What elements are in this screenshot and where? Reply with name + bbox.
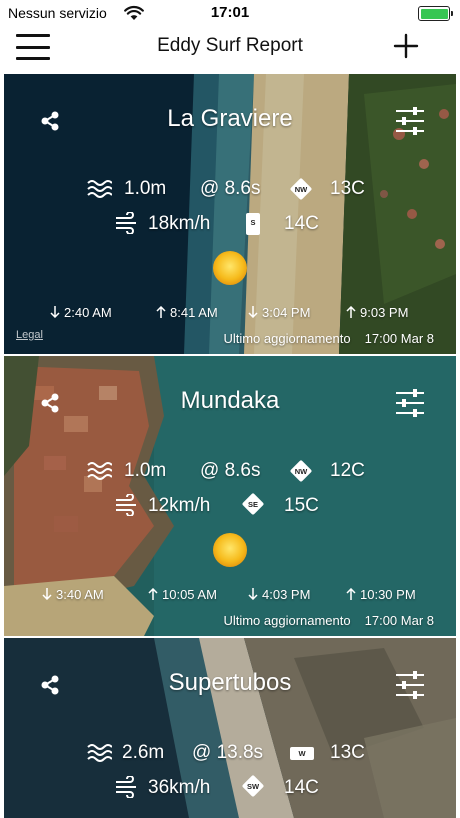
add-spot-button[interactable] (392, 32, 420, 60)
arrow-up-icon (346, 588, 356, 600)
sun-icon (213, 533, 247, 567)
swell-height: 1.0m (124, 460, 167, 481)
tide-low-2: 3:04 PM (248, 305, 310, 320)
spot-name: Supertubos (168, 669, 292, 696)
wind-icon (116, 494, 136, 516)
water-temperature: 13C (330, 742, 365, 763)
wind-speed: 36km/h (148, 777, 211, 798)
wind-speed: 12km/h (148, 495, 211, 516)
swell-direction-badge: NW (289, 177, 313, 201)
wind-direction-badge: S (244, 211, 266, 235)
tide-high-2: 9:03 PM (346, 305, 408, 320)
arrow-down-icon (42, 588, 52, 600)
settings-sliders-icon[interactable] (394, 388, 426, 418)
spot-name: Mundaka (180, 387, 280, 414)
air-temperature: 14C (284, 213, 319, 234)
air-temperature: 15C (284, 495, 319, 516)
battery-icon (418, 6, 453, 21)
page-title: Eddy Surf Report (157, 35, 303, 56)
settings-sliders-icon[interactable] (394, 670, 426, 700)
wind-icon (116, 212, 136, 234)
spot-name: La Graviere (167, 105, 293, 132)
spot-card-supertubos[interactable]: Supertubos 2.6m @ 13.8s W 13C 36km/h SW (4, 638, 456, 818)
map-legal-link[interactable]: Legal (16, 329, 43, 341)
swell-direction-badge: W (290, 742, 314, 764)
water-temperature: 13C (330, 178, 365, 199)
spot-card-la-graviere[interactable]: La Graviere 1.0m @ 8.6s NW 13C 18km/h S (4, 74, 456, 354)
wind-direction-badge: SE (241, 492, 265, 516)
arrow-up-icon (346, 306, 356, 318)
tide-high-1: 8:41 AM (156, 305, 218, 320)
battery-level (420, 8, 448, 19)
settings-sliders-icon[interactable] (394, 106, 426, 136)
wave-icon (87, 462, 112, 480)
swell-height: 1.0m (124, 178, 167, 199)
swell-period: @ 8.6s (200, 178, 261, 199)
air-temperature: 14C (284, 777, 319, 798)
sun-icon (213, 251, 247, 285)
clock: 17:01 (210, 4, 250, 21)
arrow-down-icon (248, 306, 258, 318)
swell-period: @ 13.8s (192, 742, 264, 763)
swell-period: @ 8.6s (200, 460, 261, 481)
arrow-up-icon (156, 306, 166, 318)
wave-icon (87, 180, 112, 198)
tide-low-1: 2:40 AM (50, 305, 112, 320)
last-updated: Ultimo aggiornamento 17:00 Mar 8 (223, 613, 434, 628)
navigation-bar: Eddy Surf Report (0, 26, 460, 70)
wind-direction-badge: SW (241, 774, 265, 798)
last-updated: Ultimo aggiornamento 17:00 Mar 8 (223, 331, 434, 346)
spot-card-mundaka[interactable]: Mundaka 1.0m @ 8.6s NW 12C 12km/h SE 15C… (4, 356, 456, 636)
wave-icon (87, 744, 112, 762)
tide-high-2: 10:30 PM (346, 587, 416, 602)
tide-low-1: 3:40 AM (42, 587, 104, 602)
arrow-down-icon (248, 588, 258, 600)
tide-low-2: 4:03 PM (248, 587, 310, 602)
status-bar: Nessun servizio 17:01 (0, 0, 460, 26)
tide-high-1: 10:05 AM (148, 587, 217, 602)
water-temperature: 12C (330, 460, 365, 481)
arrow-up-icon (148, 588, 158, 600)
wind-icon (116, 776, 136, 798)
wind-speed: 18km/h (148, 213, 211, 234)
arrow-down-icon (50, 306, 60, 318)
swell-direction-badge: NW (289, 459, 313, 483)
swell-height: 2.6m (122, 742, 165, 763)
